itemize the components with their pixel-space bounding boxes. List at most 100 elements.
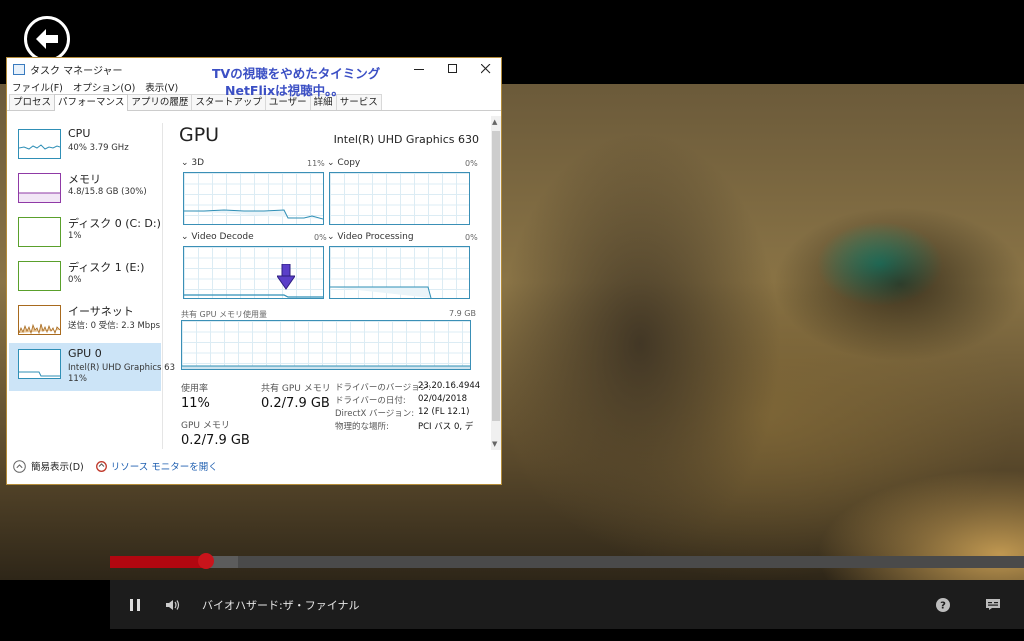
graph-3d (183, 172, 324, 225)
svg-text:?: ? (940, 600, 946, 611)
close-icon (481, 64, 491, 74)
usage-label: 使用率 (181, 384, 209, 394)
graph-video-decode-percent: 0% (314, 233, 327, 242)
video-title: バイオハザード:ザ・ファイナル (202, 598, 360, 612)
back-arrow-icon (36, 29, 58, 49)
sidebar-divider (162, 123, 163, 449)
shared-memory-graph (181, 320, 471, 370)
gpu-thumbnail-graph (18, 349, 61, 379)
shared-gpu-memory-value: 0.2/7.9 GB (261, 396, 330, 411)
sidebar-item-label: イーサネット (68, 305, 134, 318)
maximize-button[interactable] (436, 58, 470, 80)
menu-file[interactable]: ファイル(F) (12, 80, 63, 94)
sidebar-item-disk-0[interactable]: ディスク 0 (C: D:) 1% (9, 211, 161, 255)
scrollbar-thumb[interactable] (492, 131, 500, 421)
gpu-memory-label: GPU メモリ (181, 421, 230, 431)
annotation-line-1: TVの視聴をやめたタイミング (212, 66, 381, 81)
subtitles-button[interactable] (983, 595, 1003, 615)
chevron-down-icon: ⌄ (181, 232, 192, 242)
sidebar-item-detail: 送信: 0 受信: 2.3 Mbps (68, 321, 161, 331)
task-manager-window: タスク マネージャー TVの視聴をやめたタイミング NetFlixは視聴中。。 … (6, 57, 502, 485)
graph-video-processing-label[interactable]: ⌄ Video Processing (327, 232, 414, 242)
menu-view[interactable]: 表示(V) (145, 80, 178, 94)
sidebar-item-detail: 40% 3.79 GHz (68, 143, 129, 153)
tab-performance[interactable]: パフォーマンス (54, 94, 129, 111)
player-controls: バイオハザード:ザ・ファイナル ? (110, 580, 1024, 629)
back-button[interactable] (24, 16, 70, 62)
shared-memory-graph-label: 共有 GPU メモリ使用量 (181, 310, 267, 319)
sidebar-item-detail: 4.8/15.8 GB (30%) (68, 187, 147, 197)
physical-location-value: PCI バス 0, デ (418, 422, 474, 432)
scroll-down-icon[interactable]: ▼ (492, 440, 497, 448)
disk-1-thumbnail-graph (18, 261, 61, 291)
tab-processes[interactable]: プロセス (9, 94, 56, 110)
footer-bar: 簡易表示(D) リソース モニターを開く (7, 456, 501, 476)
resource-monitor-icon (95, 460, 107, 472)
graph-copy-percent: 0% (465, 159, 478, 168)
annotation-text: TVの視聴をやめたタイミング NetFlixは視聴中。。 (212, 65, 380, 99)
progress-bar[interactable] (110, 553, 1024, 569)
sidebar-item-label: GPU 0 (68, 347, 102, 360)
fewer-details-label: 簡易表示(D) (31, 462, 84, 473)
driver-version-label: ドライバーのバージョン: (335, 383, 432, 393)
sidebar-item-label: CPU (68, 127, 91, 140)
title-bar[interactable]: タスク マネージャー TVの視聴をやめたタイミング NetFlixは視聴中。。 (7, 58, 503, 98)
memory-thumbnail-graph (18, 173, 61, 203)
directx-version-label: DirectX バージョン: (335, 409, 415, 419)
chevron-up-icon (13, 459, 26, 473)
graph-video-decode (183, 246, 324, 299)
performance-panel: CPU 40% 3.79 GHz メモリ 4.8/15.8 GB (30%) デ… (7, 113, 501, 449)
down-arrow-annotation-icon (277, 264, 295, 290)
help-icon: ? (936, 597, 950, 612)
physical-location-label: 物理的な場所: (335, 422, 389, 432)
resource-monitor-link[interactable]: リソース モニターを開く (95, 459, 218, 473)
volume-button[interactable] (164, 595, 184, 615)
usage-value: 11% (181, 396, 210, 411)
help-button[interactable]: ? (933, 595, 953, 615)
chevron-down-icon: ⌄ (327, 232, 338, 242)
driver-version-value: 23.20.16.4944 (418, 381, 481, 391)
vertical-scrollbar[interactable]: ▲ ▼ (491, 116, 501, 450)
progress-scrubber[interactable] (197, 553, 214, 569)
sidebar-item-disk-1[interactable]: ディスク 1 (E:) 0% (9, 255, 161, 299)
graph-copy-label[interactable]: ⌄ Copy (327, 158, 360, 168)
maximize-icon (448, 64, 457, 73)
gpu-detail-panel: GPU Intel(R) UHD Graphics 630 ⌄ 3D 11% ⌄… (179, 113, 481, 449)
graph-video-decode-label[interactable]: ⌄ Video Decode (181, 232, 254, 242)
driver-date-value: 02/04/2018 (418, 394, 467, 404)
shared-memory-graph-max: 7.9 GB (449, 309, 476, 318)
tab-app-history[interactable]: アプリの履歴 (127, 94, 193, 110)
menu-options[interactable]: オプション(O) (73, 80, 135, 94)
minimize-icon (414, 69, 424, 70)
graph-video-processing-percent: 0% (465, 233, 478, 242)
annotation-line-2: NetFlixは視聴中。。 (225, 83, 344, 98)
subtitles-icon (986, 599, 1000, 610)
gpu-memory-value: 0.2/7.9 GB (181, 433, 250, 448)
sidebar-item-gpu-0[interactable]: GPU 0 Intel(R) UHD Graphics 63 11% (9, 343, 175, 391)
fewer-details-button[interactable]: 簡易表示(D) (13, 459, 84, 473)
sidebar-item-label: メモリ (68, 173, 101, 186)
minimize-button[interactable] (402, 58, 436, 80)
sidebar-item-ethernet[interactable]: イーサネット 送信: 0 受信: 2.3 Mbps (9, 299, 161, 343)
graph-3d-label[interactable]: ⌄ 3D (181, 158, 204, 168)
pause-icon (130, 598, 140, 611)
graph-video-processing (329, 246, 470, 299)
close-button[interactable] (469, 58, 503, 80)
disk-0-thumbnail-graph (18, 217, 61, 247)
sidebar-item-detail: 1% (68, 231, 82, 241)
pause-button[interactable] (125, 595, 145, 615)
directx-version-value: 12 (FL 12.1) (418, 407, 470, 417)
graph-copy (329, 172, 470, 225)
page-title: GPU (179, 124, 220, 146)
cpu-thumbnail-graph (18, 129, 61, 159)
driver-date-label: ドライバーの日付: (335, 396, 406, 406)
sidebar-item-detail: Intel(R) UHD Graphics 63 (68, 363, 175, 373)
sidebar-item-memory[interactable]: メモリ 4.8/15.8 GB (30%) (9, 167, 161, 211)
chevron-down-icon: ⌄ (181, 158, 192, 168)
sidebar-item-detail: 0% (68, 275, 82, 285)
resource-monitor-label: リソース モニターを開く (110, 462, 218, 473)
scroll-up-icon[interactable]: ▲ (492, 118, 497, 126)
gpu-model-name: Intel(R) UHD Graphics 630 (333, 133, 479, 146)
sidebar-item-cpu[interactable]: CPU 40% 3.79 GHz (9, 123, 161, 167)
shared-gpu-memory-label: 共有 GPU メモリ (261, 384, 331, 394)
